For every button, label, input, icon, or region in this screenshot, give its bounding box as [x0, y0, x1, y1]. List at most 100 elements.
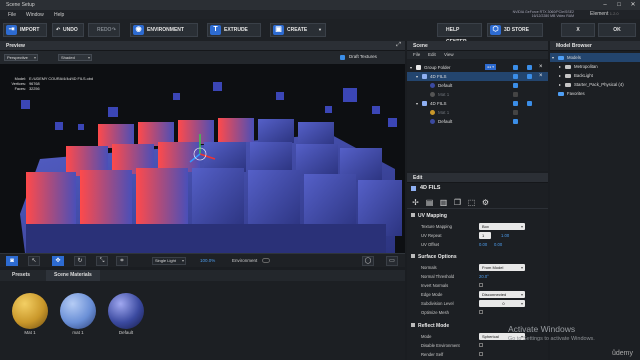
maximize-button[interactable]: □ — [612, 0, 626, 10]
3d-viewport[interactable]: Model: E:/UDEMY COURA/4/4d/4D FILS.obd V… — [0, 64, 405, 253]
activate-windows-hint: Go to Settings to activate Windows. — [508, 336, 595, 342]
minimize-button[interactable]: – — [598, 0, 612, 10]
tree-row-material[interactable]: Mat 1 — [407, 90, 548, 99]
window-controls: – □ ✕ — [598, 0, 640, 10]
close-window-button[interactable]: ✕ — [626, 0, 640, 10]
visibility-checkbox[interactable] — [513, 74, 518, 79]
tree-row-group-folder[interactable]: ▾ Group Folder ●● ▾ × — [407, 63, 548, 72]
chevron-right-icon: ▸ — [559, 82, 562, 87]
camera-select[interactable]: Perspective ▾ — [4, 54, 38, 61]
scene-menu-edit[interactable]: Edit — [428, 52, 436, 57]
uv-offset-u-input[interactable]: 0.00 — [479, 242, 487, 247]
redo-button[interactable]: REDO ↷ — [88, 23, 120, 37]
uv-tab-icon[interactable]: ▥ — [439, 198, 448, 207]
create-button[interactable]: ▣ CREATE ▼ — [270, 23, 326, 37]
browser-item-backlight[interactable]: ▸ BackLight — [550, 71, 640, 80]
light-percent[interactable]: 100.0% — [200, 258, 215, 263]
tab-presets[interactable]: Presets — [4, 270, 38, 281]
tree-row-4d-fils[interactable]: ▾ 4D FILS × — [407, 72, 548, 81]
visibility-checkbox[interactable] — [513, 65, 518, 70]
material-label: Mat 1 — [24, 330, 36, 335]
scene-header: Scene — [407, 41, 548, 51]
edge-mode-select[interactable]: Disconnected ▾ — [479, 291, 525, 298]
remove-icon[interactable]: × — [539, 63, 543, 72]
camera-icon[interactable]: ◙ — [6, 256, 18, 266]
shading-select[interactable]: Shaded ▾ — [58, 54, 92, 61]
group-tag[interactable]: ●● ▾ — [485, 64, 496, 70]
help-center-button[interactable]: HELP CENTER — [437, 23, 482, 45]
draft-textures-checkbox[interactable] — [340, 55, 345, 60]
active-checkbox[interactable] — [513, 83, 518, 88]
uv-repeat-v-input[interactable]: 1.00 — [501, 233, 509, 238]
uv-repeat-u-input[interactable]: 1 — [479, 232, 491, 239]
normals-select[interactable]: From Model ▾ — [479, 264, 525, 271]
tree-row-material[interactable]: Default — [407, 81, 548, 90]
active-checkbox[interactable] — [513, 92, 518, 97]
material-swatch-default[interactable] — [108, 293, 144, 329]
light-select[interactable]: Single Light ▾ — [152, 257, 186, 265]
lock-checkbox[interactable] — [527, 101, 532, 106]
environment-button[interactable]: ◉ ENVIRONMENT — [130, 23, 198, 37]
undo-button[interactable]: ↶ UNDO — [52, 23, 84, 37]
tree-row-4d-fils[interactable]: ▾ 4D FILS — [407, 99, 548, 108]
uv-repeat-label: UV Repeat — [421, 233, 442, 238]
expand-icon[interactable]: ⤢ — [396, 42, 401, 49]
active-checkbox[interactable] — [513, 110, 518, 115]
extrude-button[interactable]: T EXTRUDE — [207, 23, 261, 37]
gear-icon[interactable]: ⚙ — [481, 198, 490, 207]
bevel-tab-icon[interactable]: ⬚ — [467, 198, 476, 207]
render-icon[interactable]: ◯ — [362, 256, 374, 266]
disable-environment-checkbox[interactable] — [479, 343, 483, 347]
environment-toggle[interactable] — [262, 258, 270, 263]
extrude-icon: T — [210, 25, 221, 35]
tree-row-material[interactable]: Mat 1 — [407, 108, 548, 117]
mesh-tab-icon[interactable]: ▤ — [425, 198, 434, 207]
chevron-down-icon: ▾ — [410, 65, 413, 70]
optimize-mesh-checkbox[interactable] — [479, 310, 483, 314]
transform-icon[interactable]: ✢ — [411, 198, 420, 207]
invert-normals-checkbox[interactable] — [479, 283, 483, 287]
shading-value: Shaded — [61, 55, 75, 60]
material-swatch-mat1[interactable] — [12, 293, 48, 329]
menu-file[interactable]: File — [8, 12, 16, 18]
uv-mapping-section[interactable]: UV Mapping — [411, 212, 447, 221]
ok-button[interactable]: OK — [598, 23, 636, 37]
store-label: 3D STORE — [504, 27, 529, 33]
select-tool-icon[interactable]: ↖ — [28, 256, 40, 266]
move-tool-icon[interactable]: ✥ — [52, 256, 64, 266]
uv-offset-v-input[interactable]: 0.00 — [494, 242, 502, 247]
subdivision-select[interactable]: 0 ▾ — [479, 300, 525, 307]
cancel-button[interactable]: X — [561, 23, 595, 37]
rotate-tool-icon[interactable]: ↻ — [74, 256, 86, 266]
scene-menu-view[interactable]: View — [444, 52, 454, 57]
import-button[interactable]: ⇥ IMPORT — [3, 23, 47, 37]
scene-panel: Scene File Edit View ▾ Group Folder ●● ▾… — [407, 41, 548, 208]
visibility-checkbox[interactable] — [513, 101, 518, 106]
reflect-mode-section[interactable]: Reflect Mode — [411, 322, 449, 331]
fullscreen-icon[interactable]: ▭ — [386, 256, 398, 266]
scene-menu-file[interactable]: File — [413, 52, 420, 57]
lock-checkbox[interactable] — [527, 65, 532, 70]
section-title: UV Mapping — [418, 213, 447, 219]
active-checkbox[interactable] — [513, 119, 518, 124]
remove-icon[interactable]: × — [539, 72, 543, 81]
tree-row-material[interactable]: Default — [407, 117, 548, 126]
tab-scene-materials[interactable]: Scene Materials — [46, 270, 100, 281]
normal-threshold-label: Normal Threshold — [421, 274, 455, 279]
surface-options-section[interactable]: Surface Options — [411, 253, 457, 262]
browser-item-favorites[interactable]: Favorites — [550, 89, 640, 98]
material-tab-icon[interactable]: ❐ — [453, 198, 462, 207]
normal-threshold-input[interactable]: 20.0° — [479, 274, 489, 279]
menu-help[interactable]: Help — [54, 12, 64, 18]
lock-checkbox[interactable] — [527, 74, 532, 79]
scale-tool-icon[interactable]: ⤡ — [96, 256, 108, 266]
browser-item-starter-pack[interactable]: ▸ Starter_Pack_Physical (4) — [550, 80, 640, 89]
frame-tool-icon[interactable]: ⌗ — [116, 256, 128, 266]
texture-mapping-select[interactable]: Box ▾ — [479, 223, 525, 230]
menu-window[interactable]: Window — [26, 12, 44, 18]
render-self-checkbox[interactable] — [479, 352, 483, 356]
browser-item-models[interactable]: ▾ Models — [550, 53, 640, 62]
3d-store-button[interactable]: ⬡ 3D STORE — [487, 23, 543, 37]
browser-item-metropolitan[interactable]: ▸ Metropolitan — [550, 62, 640, 71]
material-swatch-mat1b[interactable] — [60, 293, 96, 329]
